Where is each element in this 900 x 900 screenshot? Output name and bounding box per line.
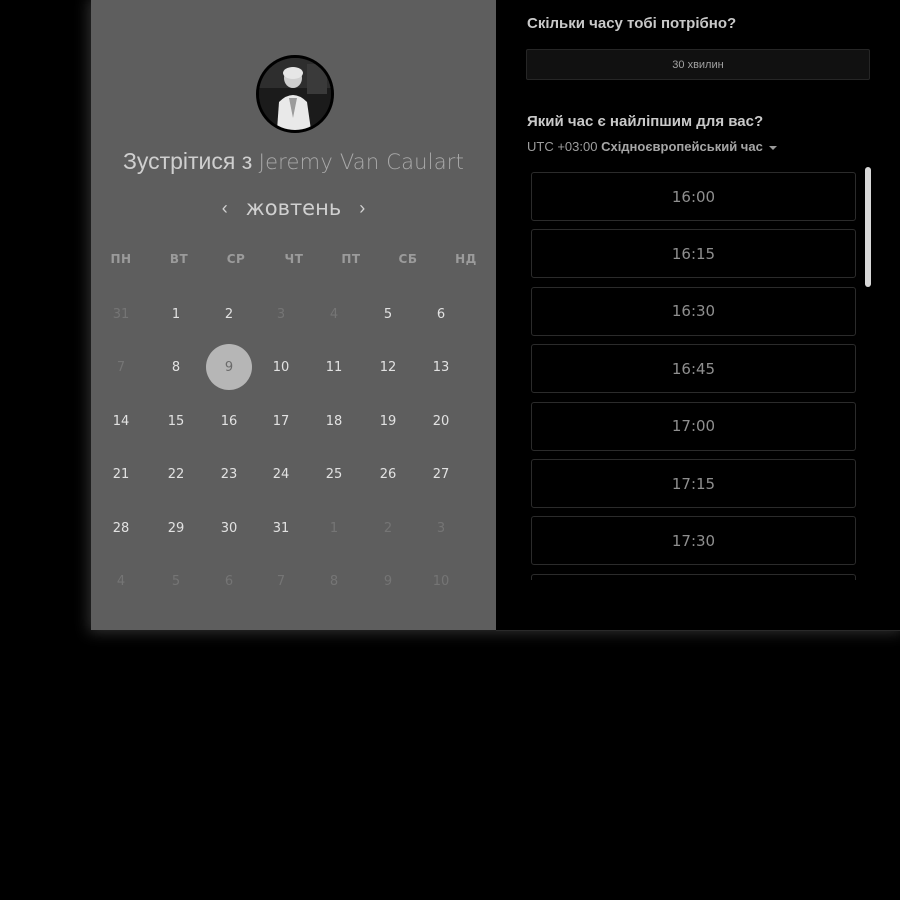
calendar-day[interactable]: 10 — [258, 344, 304, 390]
time-slot-button[interactable]: 17:15 — [531, 459, 856, 508]
calendar-day: 10 — [432, 573, 450, 589]
calendar-day: 31 — [112, 306, 130, 322]
calendar-day: 3 — [436, 520, 446, 536]
weekday-wed: СР — [226, 252, 246, 266]
calendar-day[interactable]: 26 — [365, 451, 411, 497]
calendar-panel: Зустрітися з Jeremy Van Caulart ‹ жовтен… — [91, 0, 496, 630]
time-slot-button[interactable]: 17:30 — [531, 516, 856, 566]
calendar-day-selected[interactable]: 9 — [206, 344, 252, 390]
calendar-day[interactable]: 12 — [365, 344, 411, 390]
time-question: Який час є найліпшим для вас? — [527, 113, 764, 130]
calendar-day: 3 — [276, 306, 286, 322]
booking-page: Зустрітися з Jeremy Van Caulart ‹ жовтен… — [0, 0, 900, 900]
time-slot-button[interactable]: 16:00 — [531, 172, 856, 221]
timezone-offset: UTC +03:00 — [527, 139, 598, 154]
calendar-day: 1 — [329, 520, 339, 536]
timezone-selector[interactable]: UTC +03:00 Східноєвропейський час — [527, 139, 777, 154]
calendar-day[interactable]: 27 — [418, 451, 464, 497]
weekday-fri: ПТ — [341, 252, 361, 266]
calendar-day[interactable]: 28 — [98, 505, 144, 551]
organizer-name: Jeremy Van Caulart — [258, 150, 465, 174]
caret-down-icon — [768, 145, 777, 150]
calendar-day[interactable]: 21 — [98, 451, 144, 497]
calendar-day: 2 — [383, 520, 393, 536]
month-navigation: ‹ жовтень › — [91, 194, 496, 222]
calendar-day: 9 — [383, 573, 393, 589]
calendar-day[interactable]: 31 — [258, 505, 304, 551]
calendar-day[interactable]: 18 — [311, 398, 357, 444]
person-photo-icon — [259, 58, 331, 130]
calendar-day[interactable]: 19 — [365, 398, 411, 444]
calendar-day[interactable]: 16 — [206, 398, 252, 444]
time-slot-button[interactable]: 17:00 — [531, 401, 856, 451]
weekday-thu: ЧТ — [284, 252, 304, 266]
time-slot-button[interactable]: 17:45 — [531, 573, 856, 580]
month-label: жовтень — [245, 196, 342, 220]
time-slot-button[interactable]: 16:45 — [531, 344, 856, 394]
duration-question: Скільки часу тобі потрібно? — [527, 15, 737, 32]
calendar-day[interactable]: 23 — [206, 451, 252, 497]
slot-list-scrollbar[interactable] — [865, 167, 871, 577]
timezone-name: Східноєвропейський час — [601, 139, 763, 154]
calendar-day[interactable]: 17 — [258, 398, 304, 444]
calendar-day: 5 — [171, 573, 181, 589]
duration-select[interactable]: 30 хвилин — [526, 49, 870, 80]
calendar-day: 4 — [329, 306, 339, 322]
calendar-day[interactable]: 1 — [153, 291, 199, 337]
calendar-day[interactable]: 11 — [311, 344, 357, 390]
time-slot-list: 16:00 16:15 16:30 16:45 17:00 17:15 17:30 17:45 — [531, 171, 856, 580]
prev-month-chevron-left-icon[interactable]: ‹ — [218, 198, 232, 218]
meet-prefix: Зустрітися з — [122, 148, 253, 174]
weekday-mon: ПН — [110, 252, 132, 266]
calendar-day[interactable]: 8 — [153, 344, 199, 390]
weekday-sun: НД — [455, 252, 477, 266]
scrollbar-thumb[interactable] — [865, 167, 871, 287]
calendar-day[interactable]: 14 — [98, 398, 144, 444]
calendar-day: 4 — [116, 573, 126, 589]
calendar-day[interactable]: 6 — [418, 291, 464, 337]
calendar-day[interactable]: 5 — [365, 291, 411, 337]
calendar-day: 6 — [224, 573, 234, 589]
calendar-day[interactable]: 22 — [153, 451, 199, 497]
time-slot-button[interactable]: 16:30 — [531, 286, 856, 336]
calendar-day[interactable]: 29 — [153, 505, 199, 551]
calendar-day[interactable]: 25 — [311, 451, 357, 497]
calendar-day[interactable]: 13 — [418, 344, 464, 390]
weekday-sat: СБ — [398, 252, 418, 266]
calendar-day: 8 — [329, 573, 339, 589]
scheduling-widget: Зустрітися з Jeremy Van Caulart ‹ жовтен… — [91, 0, 900, 631]
weekday-header: ПН ВТ СР ЧТ ПТ СБ НД — [91, 252, 496, 272]
calendar-day: 7 — [276, 573, 286, 589]
time-slot-button[interactable]: 16:15 — [531, 229, 856, 279]
calendar-day[interactable]: 15 — [153, 398, 199, 444]
calendar-day[interactable]: 20 — [418, 398, 464, 444]
weekday-tue: ВТ — [169, 252, 189, 266]
duration-value: 30 хвилин — [672, 58, 724, 71]
meet-title: Зустрітися з Jeremy Van Caulart — [91, 148, 496, 175]
calendar-day[interactable]: 24 — [258, 451, 304, 497]
next-month-chevron-right-icon[interactable]: › — [355, 198, 369, 218]
calendar-day: 7 — [116, 359, 126, 375]
calendar-day[interactable]: 2 — [206, 291, 252, 337]
time-selection-panel: Скільки часу тобі потрібно? 30 хвилин Як… — [496, 0, 900, 631]
organizer-avatar — [256, 55, 334, 133]
calendar-day[interactable]: 30 — [206, 505, 252, 551]
